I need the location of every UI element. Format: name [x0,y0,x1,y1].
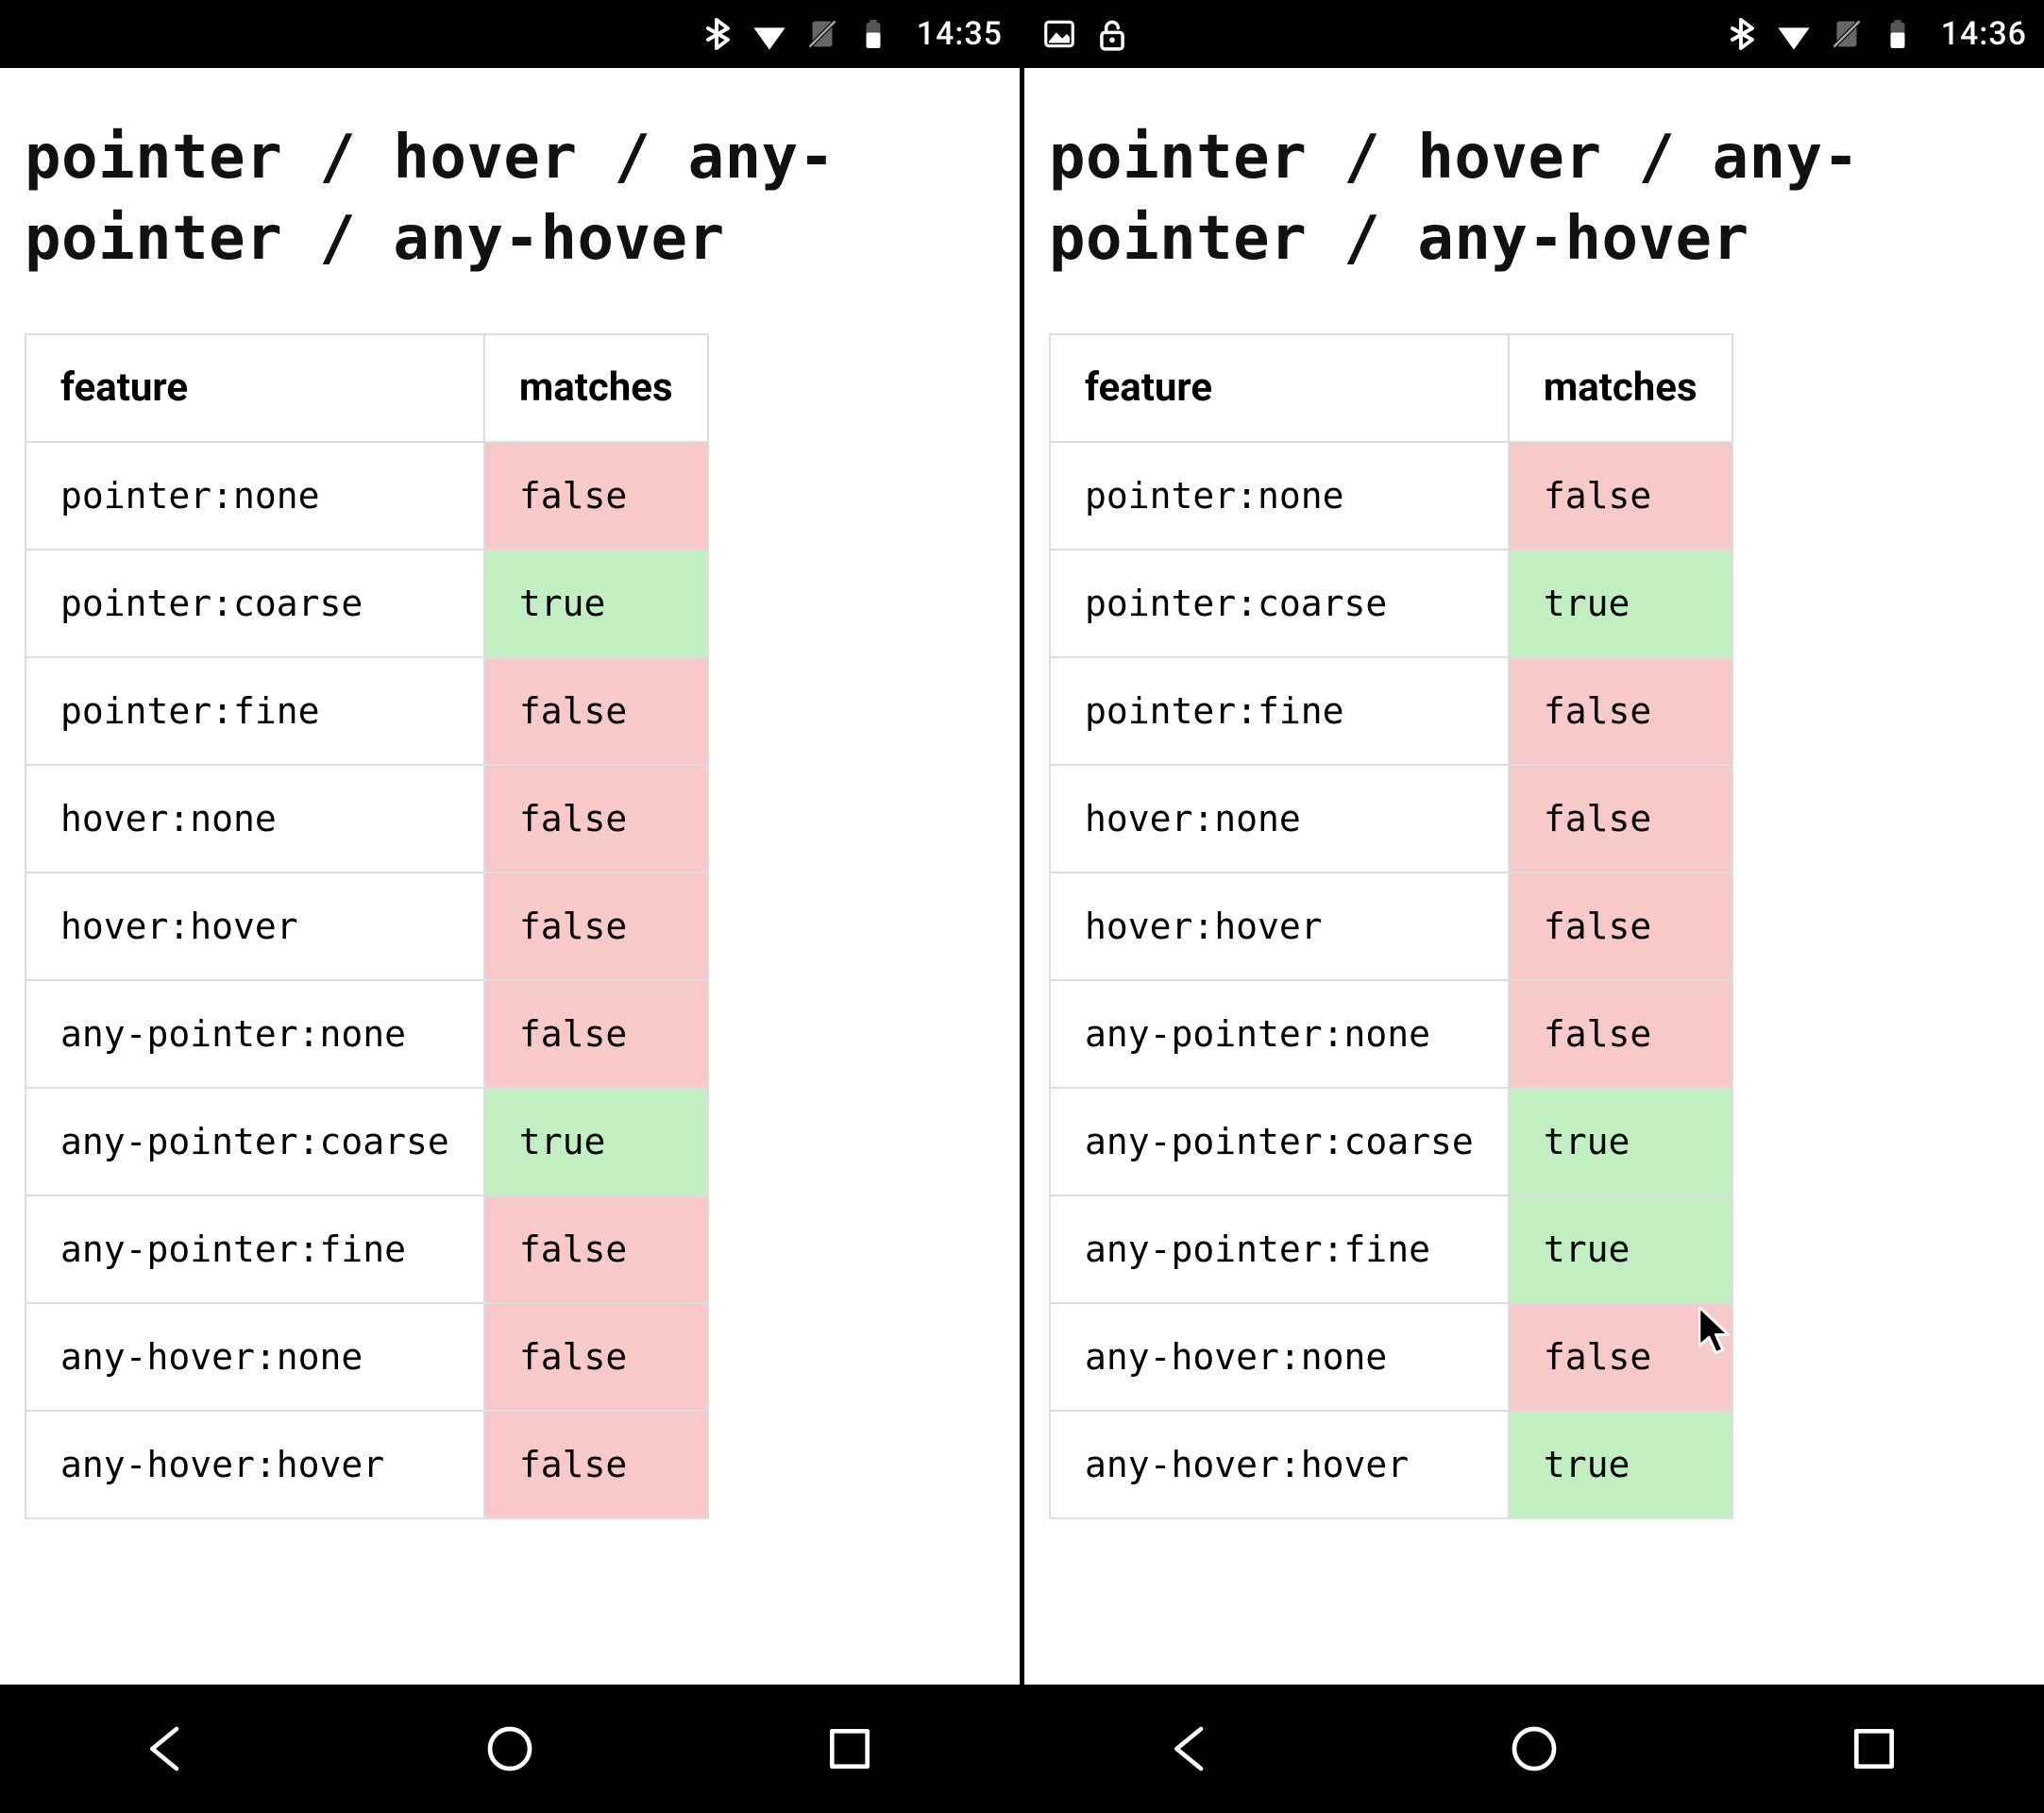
feature-cell: pointer:none [25,442,484,550]
matches-cell: false [1509,657,1732,765]
wifi-icon [751,15,788,53]
matches-cell: false [1509,442,1732,550]
matches-cell: true [1509,1195,1732,1303]
matches-cell: false [1509,980,1732,1088]
bluetooth-icon [1724,17,1758,51]
table-row: any-hover:hoverfalse [25,1411,708,1518]
no-sim-icon [1830,17,1864,51]
table-row: any-pointer:nonefalse [1050,980,1732,1088]
feature-cell: pointer:coarse [25,550,484,657]
no-sim-icon [805,17,839,51]
matches-cell: false [484,1195,708,1303]
matches-cell: false [484,765,708,873]
column-header-feature: feature [1050,334,1509,442]
bluetooth-icon [700,17,734,51]
feature-cell: hover:hover [25,873,484,980]
nav-home-button[interactable] [415,1685,604,1813]
table-row: any-pointer:finetrue [1050,1195,1732,1303]
table-row: pointer:nonefalse [1050,442,1732,550]
feature-cell: hover:none [25,765,484,873]
mouse-cursor-icon [1698,1307,1731,1358]
page-title: pointer / hover / any-pointer / any-hove… [25,117,995,280]
page-title: pointer / hover / any-pointer / any-hove… [1049,117,2019,280]
statusbar: 14:36 [1024,0,2044,68]
matches-cell: false [1509,765,1732,873]
table-row: hover:nonefalse [1050,765,1732,873]
table-row: any-hover:hovertrue [1050,1411,1732,1518]
page-content[interactable]: pointer / hover / any-pointer / any-hove… [1024,68,2044,1685]
nav-back-button[interactable] [1100,1685,1289,1813]
matches-cell: true [484,550,708,657]
android-navbar [1024,1685,2044,1813]
media-query-table: featurematchespointer:nonefalsepointer:c… [25,333,709,1519]
matches-cell: false [484,980,708,1088]
table-row: any-hover:nonefalse [25,1303,708,1411]
column-header-feature: feature [25,334,484,442]
picture-icon [1041,16,1077,52]
matches-cell: false [484,442,708,550]
matches-cell: true [1509,1411,1732,1518]
feature-cell: any-pointer:coarse [25,1088,484,1195]
feature-cell: hover:none [1050,765,1509,873]
matches-cell: true [1509,550,1732,657]
feature-cell: any-pointer:coarse [1050,1088,1509,1195]
matches-cell: false [1509,873,1732,980]
matches-cell: false [484,1303,708,1411]
feature-cell: pointer:fine [25,657,484,765]
feature-cell: any-pointer:fine [1050,1195,1509,1303]
feature-cell: any-pointer:none [25,980,484,1088]
feature-cell: any-pointer:fine [25,1195,484,1303]
battery-icon [856,17,890,51]
table-row: hover:hoverfalse [25,873,708,980]
feature-cell: hover:hover [1050,873,1509,980]
matches-cell: true [1509,1088,1732,1195]
table-row: any-pointer:nonefalse [25,980,708,1088]
table-row: hover:nonefalse [25,765,708,873]
table-row: hover:hoverfalse [1050,873,1732,980]
statusbar-clock: 14:36 [1941,15,2027,53]
matches-cell: false [484,657,708,765]
table-row: any-hover:nonefalse [1050,1303,1732,1411]
page-content[interactable]: pointer / hover / any-pointer / any-hove… [0,68,1020,1685]
table-row: any-pointer:coarsetrue [25,1088,708,1195]
table-row: pointer:finefalse [25,657,708,765]
matches-cell: false [484,1411,708,1518]
feature-cell: any-pointer:none [1050,980,1509,1088]
wifi-icon [1775,15,1813,53]
feature-cell: any-hover:none [1050,1303,1509,1411]
media-query-table: featurematchespointer:nonefalsepointer:c… [1049,333,1733,1519]
nav-recents-button[interactable] [755,1685,944,1813]
unlocked-icon [1094,16,1130,52]
nav-back-button[interactable] [76,1685,264,1813]
table-row: any-pointer:coarsetrue [1050,1088,1732,1195]
battery-icon [1881,17,1915,51]
android-navbar [0,1685,1020,1813]
feature-cell: any-hover:none [25,1303,484,1411]
table-row: any-pointer:finefalse [25,1195,708,1303]
feature-cell: pointer:fine [1050,657,1509,765]
matches-cell: true [484,1088,708,1195]
table-row: pointer:coarsetrue [1050,550,1732,657]
feature-cell: any-hover:hover [25,1411,484,1518]
feature-cell: any-hover:hover [1050,1411,1509,1518]
table-row: pointer:finefalse [1050,657,1732,765]
phone-screenshot: 14:36 pointer / hover / any-pointer / any… [1024,0,2044,1813]
table-row: pointer:coarsetrue [25,550,708,657]
table-row: pointer:nonefalse [25,442,708,550]
matches-cell: false [484,873,708,980]
feature-cell: pointer:coarse [1050,550,1509,657]
statusbar-clock: 14:35 [917,15,1003,53]
phone-screenshot: 14:35 pointer / hover / any-pointer / any… [0,0,1020,1813]
statusbar: 14:35 [0,0,1020,68]
nav-home-button[interactable] [1440,1685,1629,1813]
column-header-matches: matches [484,334,708,442]
nav-recents-button[interactable] [1780,1685,1968,1813]
column-header-matches: matches [1509,334,1732,442]
feature-cell: pointer:none [1050,442,1509,550]
